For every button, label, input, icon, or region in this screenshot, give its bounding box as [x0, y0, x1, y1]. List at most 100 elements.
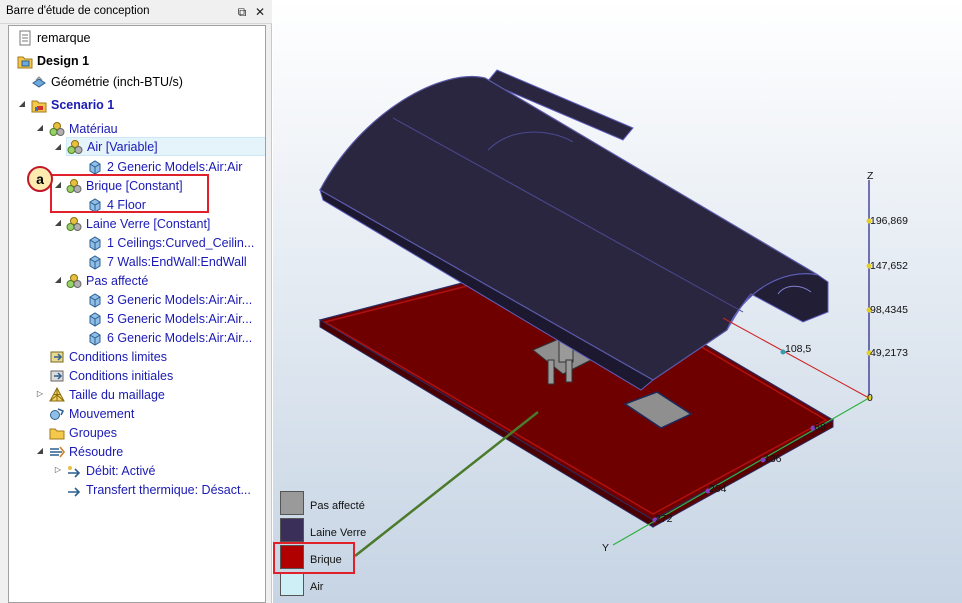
tree-label: Laine Verre [Constant]: [86, 216, 211, 231]
part-cube-icon: [87, 330, 103, 346]
collapse-arrow-icon[interactable]: ◢: [53, 218, 63, 228]
tree-label: 5 Generic Models:Air:Air...: [107, 311, 253, 326]
tree-label: Design 1: [37, 53, 90, 68]
panel-title: Barre d'étude de conception: [6, 5, 150, 17]
design-folder-icon: [17, 53, 33, 69]
tree-label: Matériau: [69, 121, 118, 136]
material-icon: [67, 139, 83, 155]
legend-swatch-glasswool: [280, 518, 304, 542]
tree-label: Mouvement: [69, 406, 135, 421]
tree-item-air[interactable]: Air [Variable]: [66, 137, 265, 156]
collapse-arrow-icon[interactable]: ◢: [17, 99, 27, 109]
mesh-icon: [49, 386, 65, 403]
tree-label: Transfert thermique: Désact...: [86, 482, 251, 497]
tree-item-flow[interactable]: Débit: Activé: [66, 461, 155, 480]
tree-label: Air [Variable]: [87, 139, 158, 154]
collapse-arrow-icon[interactable]: ◢: [35, 446, 45, 456]
3d-viewport[interactable]: Z Y 196,869 147,652 98,4345 49,2173 0 10…: [273, 0, 962, 603]
callout-box-b: [273, 542, 355, 574]
z-tick-label: 147,652: [870, 260, 908, 272]
legend-label-air: Air: [310, 581, 324, 593]
tree-item-ceiling-part[interactable]: 1 Ceilings:Curved_Ceilin...: [87, 233, 254, 252]
axis-label-z: Z: [867, 170, 874, 182]
y-tick-label: 68: [814, 421, 826, 433]
material-icon: [66, 273, 82, 289]
solve-icon: [49, 444, 65, 460]
close-icon[interactable]: ✕: [252, 4, 268, 20]
x-tick-label: 108,5: [785, 343, 812, 355]
collapse-arrow-icon[interactable]: ◢: [53, 275, 63, 285]
collapse-arrow-icon[interactable]: ◢: [53, 142, 63, 152]
tree-label: remarque: [37, 30, 91, 45]
tree-item-glasswool[interactable]: Laine Verre [Constant]: [66, 214, 210, 233]
tree-item-unassigned[interactable]: Pas affecté: [66, 271, 148, 290]
z-tick-label: 98,4345: [870, 304, 908, 316]
tree-label: 2 Generic Models:Air:Air: [107, 159, 243, 174]
tree-item-unassigned-part-3[interactable]: 3 Generic Models:Air:Air...: [87, 290, 252, 309]
groups-folder-icon: [49, 425, 65, 441]
flow-icon: [66, 463, 82, 479]
tree-label: Débit: Activé: [86, 463, 156, 478]
pin-icon[interactable]: ⧉: [234, 4, 250, 20]
tree-item-heat-transfer[interactable]: Transfert thermique: Désact...: [66, 480, 251, 499]
tree-label: Géométrie (inch-BTU/s): [51, 74, 183, 89]
axis-label-y: Y: [602, 542, 610, 554]
model-scene[interactable]: [273, 0, 962, 603]
tree-item-geometry[interactable]: Géométrie (inch-BTU/s): [31, 72, 183, 91]
tree-item-motion[interactable]: Mouvement: [49, 404, 134, 423]
tree-item-note[interactable]: remarque: [17, 28, 91, 47]
heat-transfer-icon: [66, 482, 82, 498]
tree-item-material[interactable]: Matériau: [49, 119, 118, 138]
tree-item-solve[interactable]: Résoudre: [49, 442, 123, 461]
y-tick-label: 204: [709, 483, 727, 495]
callout-box-a: [50, 174, 209, 213]
motion-icon: [49, 406, 65, 422]
tree-label: Conditions initiales: [69, 368, 174, 383]
design-tree: remarque Design 1 Géométrie (inch-BTU/s)…: [8, 25, 266, 603]
callout-marker-a: a: [27, 166, 53, 192]
material-icon: [66, 216, 82, 232]
tree-item-scenario[interactable]: Scenario 1: [31, 95, 114, 114]
legend-swatch-unassigned: [280, 491, 304, 515]
tree-item-design[interactable]: Design 1: [17, 51, 89, 70]
initial-conditions-icon: [49, 368, 65, 384]
boundary-conditions-icon: [49, 349, 65, 365]
legend-label-glasswool: Laine Verre: [310, 527, 367, 539]
part-cube-icon: [87, 159, 103, 175]
tree-label: Résoudre: [69, 444, 124, 459]
tree-item-initial-conditions[interactable]: Conditions initiales: [49, 366, 173, 385]
legend-label-unassigned: Pas affecté: [310, 500, 365, 512]
tree-item-unassigned-part-6[interactable]: 6 Generic Models:Air:Air...: [87, 328, 252, 347]
geometry-icon: [31, 74, 47, 90]
material-icon: [49, 121, 65, 137]
design-study-bar: Barre d'étude de conception ⧉ ✕ remarque…: [0, 0, 272, 603]
y-tick-label: 136: [764, 453, 782, 465]
tree-label: Conditions limites: [69, 349, 167, 364]
expand-arrow-icon[interactable]: ▷: [53, 465, 63, 475]
panel-header: Barre d'étude de conception ⧉ ✕: [0, 0, 272, 24]
tree-label: 6 Generic Models:Air:Air...: [107, 330, 253, 345]
tree-label: Scenario 1: [51, 97, 115, 112]
part-cube-icon: [87, 254, 103, 270]
y-tick-label: 272: [655, 513, 673, 525]
scenario-icon: [31, 97, 47, 113]
part-cube-icon: [87, 235, 103, 251]
z-tick-label: 0: [867, 392, 873, 404]
expand-arrow-icon[interactable]: ▷: [35, 389, 45, 399]
part-cube-icon: [87, 292, 103, 308]
tree-item-groups[interactable]: Groupes: [49, 423, 117, 442]
tree-item-boundary-conditions[interactable]: Conditions limites: [49, 347, 167, 366]
tree-label: Taille du maillage: [69, 387, 165, 402]
tree-label: 1 Ceilings:Curved_Ceilin...: [107, 235, 255, 250]
tree-item-wall-part[interactable]: 7 Walls:EndWall:EndWall: [87, 252, 247, 271]
part-cube-icon: [87, 311, 103, 327]
tree-label: 7 Walls:EndWall:EndWall: [107, 254, 247, 269]
legend-swatch-air: [280, 572, 304, 596]
tree-label: 3 Generic Models:Air:Air...: [107, 292, 253, 307]
z-tick-label: 196,869: [870, 215, 908, 227]
collapse-arrow-icon[interactable]: ◢: [35, 123, 45, 133]
tree-item-mesh-size[interactable]: Taille du maillage: [49, 385, 165, 404]
z-tick-label: 49,2173: [870, 347, 908, 359]
tree-item-unassigned-part-5[interactable]: 5 Generic Models:Air:Air...: [87, 309, 252, 328]
tree-label: Groupes: [69, 425, 117, 440]
